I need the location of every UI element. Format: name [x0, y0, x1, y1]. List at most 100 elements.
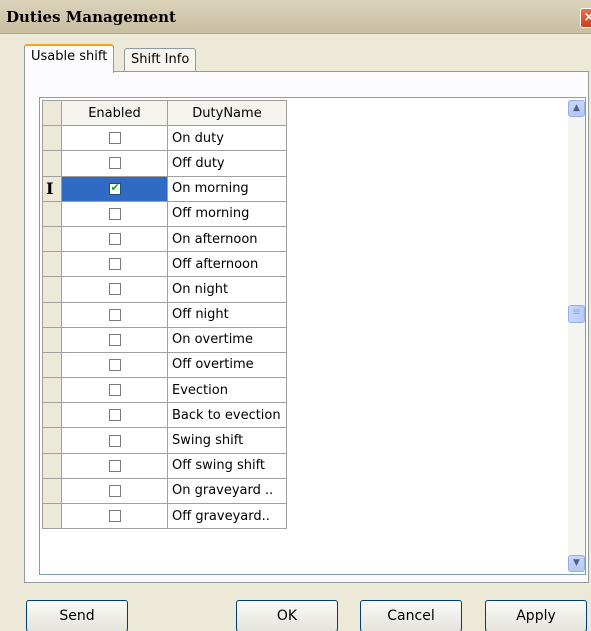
- duty-name-cell[interactable]: Swing shift: [167, 427, 287, 454]
- tab-shift-info[interactable]: Shift Info: [124, 48, 197, 72]
- enabled-cell[interactable]: [61, 402, 168, 429]
- row-header[interactable]: [42, 351, 62, 379]
- enabled-cell[interactable]: [61, 477, 168, 505]
- duty-name-cell[interactable]: Off night: [167, 301, 287, 328]
- duties-grid: Enabled DutyName On duty Off duty I ✔ On mor…: [39, 97, 586, 575]
- grip-icon: ≡: [572, 307, 581, 318]
- enabled-checkbox[interactable]: [108, 358, 121, 371]
- enabled-cell[interactable]: ✔: [61, 175, 168, 202]
- row-header[interactable]: [42, 427, 62, 454]
- duty-name-cell[interactable]: On overtime: [167, 326, 287, 353]
- row-header[interactable]: [42, 200, 62, 227]
- scroll-up-button[interactable]: ▲: [568, 100, 585, 117]
- enabled-cell[interactable]: [61, 225, 168, 253]
- duty-name-cell[interactable]: On duty: [167, 125, 287, 152]
- enabled-checkbox[interactable]: [108, 459, 121, 472]
- enabled-checkbox[interactable]: [108, 132, 121, 145]
- enabled-cell[interactable]: [61, 502, 168, 530]
- duty-name-cell[interactable]: Off afternoon: [167, 251, 287, 278]
- row-header[interactable]: [42, 301, 62, 328]
- enabled-checkbox[interactable]: [108, 409, 121, 422]
- ok-button[interactable]: OK: [236, 600, 338, 631]
- duty-name-cell[interactable]: On graveyard ..: [167, 477, 287, 505]
- enabled-checkbox[interactable]: [108, 258, 121, 271]
- row-header[interactable]: [42, 502, 62, 530]
- scroll-down-button[interactable]: ▼: [568, 555, 585, 572]
- table-row[interactable]: On duty: [42, 125, 287, 152]
- row-header[interactable]: [42, 477, 62, 505]
- duty-name-cell[interactable]: Off swing shift: [167, 452, 287, 479]
- table-row[interactable]: Off graveyard..: [42, 502, 287, 530]
- enabled-checkbox[interactable]: [108, 308, 121, 321]
- chevron-down-icon: ▼: [573, 558, 580, 568]
- apply-button[interactable]: Apply: [485, 600, 587, 631]
- row-header[interactable]: [42, 225, 62, 253]
- enabled-cell[interactable]: [61, 351, 168, 379]
- enabled-cell[interactable]: [61, 200, 168, 227]
- table-row[interactable]: On overtime: [42, 326, 287, 353]
- row-header[interactable]: I: [42, 175, 62, 202]
- enabled-checkbox[interactable]: [108, 233, 121, 246]
- enabled-checkbox[interactable]: [108, 283, 121, 296]
- enabled-cell[interactable]: [61, 125, 168, 152]
- duty-name-cell[interactable]: Back to evection: [167, 402, 287, 429]
- duty-name-cell[interactable]: Off morning: [167, 200, 287, 227]
- table-row[interactable]: Back to evection: [42, 402, 287, 429]
- table-row[interactable]: Off afternoon: [42, 251, 287, 278]
- duty-name-cell[interactable]: On night: [167, 276, 287, 303]
- vertical-scrollbar[interactable]: ▲ ≡ ▼: [568, 100, 585, 572]
- enabled-checkbox[interactable]: [108, 384, 121, 397]
- corner-header[interactable]: [42, 99, 62, 127]
- table-row[interactable]: On graveyard ..: [42, 477, 287, 505]
- duty-name-cell[interactable]: Evection: [167, 377, 287, 404]
- enabled-cell[interactable]: [61, 427, 168, 454]
- table-row[interactable]: On afternoon: [42, 225, 287, 253]
- duty-name-cell[interactable]: Off overtime: [167, 351, 287, 379]
- enabled-checkbox[interactable]: [108, 434, 121, 447]
- enabled-checkbox[interactable]: [108, 510, 121, 523]
- enabled-checkbox[interactable]: [108, 157, 121, 170]
- enabled-cell[interactable]: [61, 276, 168, 303]
- title-bar[interactable]: Duties Management: [0, 0, 591, 34]
- cancel-button[interactable]: Cancel: [360, 600, 462, 631]
- enabled-cell[interactable]: [61, 377, 168, 404]
- duty-name-cell[interactable]: On afternoon: [167, 225, 287, 253]
- table-row[interactable]: I ✔ On morning: [42, 175, 287, 202]
- row-header[interactable]: [42, 402, 62, 429]
- duty-name-cell[interactable]: On morning: [167, 175, 287, 202]
- enabled-checkbox[interactable]: [108, 484, 121, 497]
- send-button[interactable]: Send: [26, 600, 128, 631]
- table-row[interactable]: Off night: [42, 301, 287, 328]
- column-header-enabled[interactable]: Enabled: [61, 99, 168, 127]
- table-row[interactable]: Evection: [42, 377, 287, 404]
- enabled-checkbox[interactable]: [108, 333, 121, 346]
- row-header[interactable]: [42, 251, 62, 278]
- enabled-cell[interactable]: [61, 326, 168, 353]
- table-row[interactable]: On night: [42, 276, 287, 303]
- enabled-cell[interactable]: [61, 150, 168, 177]
- scroll-thumb[interactable]: ≡: [568, 305, 585, 323]
- enabled-cell[interactable]: [61, 251, 168, 278]
- enabled-cell[interactable]: [61, 452, 168, 479]
- enabled-checkbox[interactable]: ✔: [108, 181, 121, 195]
- row-header[interactable]: [42, 150, 62, 177]
- row-header[interactable]: [42, 326, 62, 353]
- table-row[interactable]: Off overtime: [42, 351, 287, 379]
- row-header[interactable]: [42, 276, 62, 303]
- duty-name-cell[interactable]: Off graveyard..: [167, 502, 287, 530]
- table-row[interactable]: Swing shift: [42, 427, 287, 454]
- column-header-dutyname[interactable]: DutyName: [167, 99, 287, 127]
- table-row[interactable]: Off morning: [42, 200, 287, 227]
- row-header[interactable]: [42, 377, 62, 404]
- enabled-cell[interactable]: [61, 301, 168, 328]
- duty-name-cell[interactable]: Off duty: [167, 150, 287, 177]
- enabled-checkbox[interactable]: [108, 207, 121, 220]
- table-row[interactable]: Off swing shift: [42, 452, 287, 479]
- row-header[interactable]: [42, 125, 62, 152]
- row-header[interactable]: [42, 452, 62, 479]
- close-icon: ×: [583, 10, 591, 25]
- tab-usable-shift[interactable]: Usable shift: [24, 44, 115, 73]
- close-button[interactable]: ×: [580, 8, 591, 28]
- header-row: Enabled DutyName: [42, 99, 287, 127]
- table-row[interactable]: Off duty: [42, 150, 287, 177]
